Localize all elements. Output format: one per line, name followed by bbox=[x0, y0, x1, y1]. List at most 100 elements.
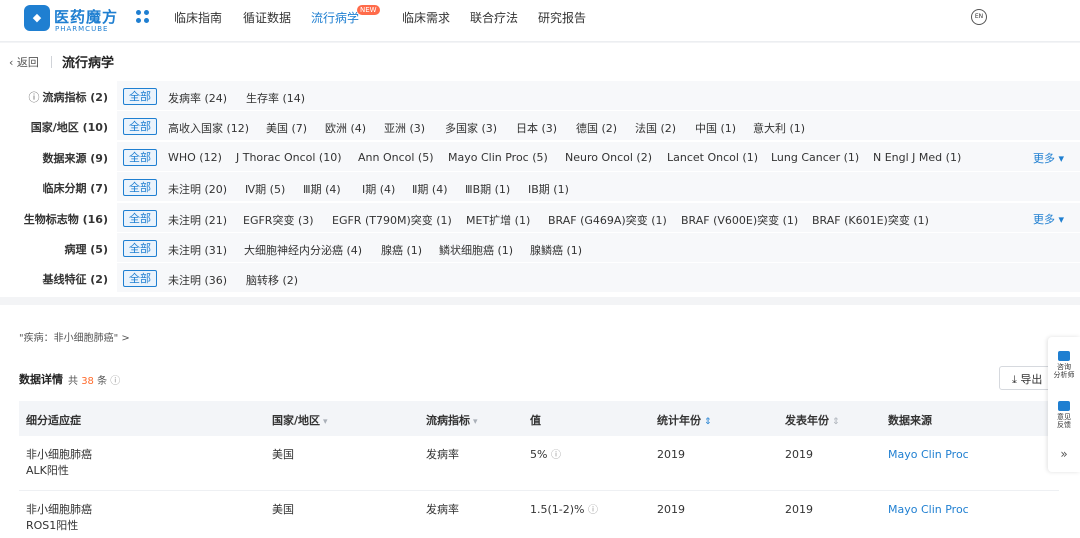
help-icon[interactable]: ⓘ bbox=[551, 450, 561, 461]
filter-option[interactable]: 亚洲 (3) bbox=[384, 120, 425, 136]
filter-option[interactable]: 未注明 (20) bbox=[168, 181, 227, 197]
filter-all-button[interactable]: 全部 bbox=[123, 270, 157, 287]
result-count: 共 38 条 ⓘ bbox=[68, 372, 120, 387]
help-icon[interactable]: ⓘ bbox=[28, 91, 39, 104]
top-nav-bar: ◆ 医药魔方 PHARMCUBE 临床指南 循证数据 流行病学 NEW 临床需求… bbox=[0, 0, 1080, 42]
more-label: 更多 bbox=[1032, 152, 1055, 165]
filter-option[interactable]: 生存率 (14) bbox=[246, 90, 305, 106]
filter-options: 全部 WHO (12) J Thorac Oncol (10) Ann Onco… bbox=[117, 142, 1080, 172]
pharmcube-logo[interactable]: ◆ 医药魔方 PHARMCUBE bbox=[24, 5, 117, 35]
filter-options: 全部 发病率 (24) 生存率 (14) bbox=[117, 81, 1080, 111]
back-button[interactable]: ‹ 返回 bbox=[9, 54, 39, 70]
more-button[interactable]: 更多 ▾ bbox=[1033, 211, 1064, 227]
cell-source-link[interactable]: Mayo Clin Proc bbox=[888, 447, 969, 463]
filter-option[interactable]: ⅢB期 (1) bbox=[465, 181, 510, 197]
filter-option[interactable]: 脑转移 (2) bbox=[246, 272, 298, 288]
filter-option[interactable]: 多国家 (3) bbox=[445, 120, 497, 136]
filter-option[interactable]: 腺癌 (1) bbox=[381, 242, 422, 258]
filter-option[interactable]: BRAF (K601E)突变 (1) bbox=[812, 212, 929, 228]
filter-option[interactable]: EGFR (T790M)突变 (1) bbox=[332, 212, 452, 228]
filter-icon[interactable]: ▾ bbox=[323, 417, 328, 427]
col-metric-label: 流病指标 bbox=[426, 414, 470, 427]
filter-option[interactable]: 德国 (2) bbox=[576, 120, 617, 136]
filter-option[interactable]: BRAF (V600E)突变 (1) bbox=[681, 212, 798, 228]
filter-option[interactable]: 发病率 (24) bbox=[168, 90, 227, 106]
filter-option[interactable]: Lancet Oncol (1) bbox=[667, 151, 758, 164]
collapse-chevron-icon[interactable]: » bbox=[1048, 447, 1080, 461]
filter-option[interactable]: Ⅰ期 (4) bbox=[362, 181, 395, 197]
nav-clinical-guidelines[interactable]: 临床指南 bbox=[174, 9, 222, 26]
cell-source-link[interactable]: Mayo Clin Proc bbox=[888, 502, 969, 518]
filter-option[interactable]: 高收入国家 (12) bbox=[168, 120, 249, 136]
filter-icon[interactable]: ▾ bbox=[473, 417, 478, 427]
filter-all-button[interactable]: 全部 bbox=[123, 240, 157, 257]
col-metric[interactable]: 流病指标 ▾ bbox=[426, 412, 478, 428]
filter-row-metric: ⓘ 流病指标 (2) 全部 发病率 (24) 生存率 (14) bbox=[0, 81, 1080, 111]
nav-clinical-needs[interactable]: 临床需求 bbox=[402, 9, 450, 26]
col-country[interactable]: 国家/地区 ▾ bbox=[272, 412, 328, 428]
col-source: 数据来源 bbox=[888, 414, 932, 427]
nav-epidemiology[interactable]: 流行病学 bbox=[311, 9, 359, 26]
filter-option[interactable]: 鳞状细胞癌 (1) bbox=[439, 242, 513, 258]
caret-down-icon: ▾ bbox=[1058, 213, 1064, 226]
detail-title: 数据详情 bbox=[19, 373, 63, 386]
help-icon[interactable]: ⓘ bbox=[588, 505, 598, 516]
side-float-panel: 咨询 分析师 意见 反馈 » bbox=[1048, 337, 1080, 472]
col-stat-year[interactable]: 统计年份 ⇕ bbox=[657, 412, 712, 428]
filter-option[interactable]: 未注明 (31) bbox=[168, 242, 227, 258]
language-switch-icon[interactable]: EN bbox=[971, 9, 987, 25]
filter-option[interactable]: WHO (12) bbox=[168, 151, 222, 164]
filter-option[interactable]: 腺鳞癌 (1) bbox=[530, 242, 582, 258]
cell-metric: 发病率 bbox=[426, 448, 459, 461]
filter-option[interactable]: Ⅲ期 (4) bbox=[303, 181, 341, 197]
filter-option[interactable]: 欧洲 (4) bbox=[325, 120, 366, 136]
cube-logo-icon: ◆ bbox=[24, 5, 50, 31]
filter-all-button[interactable]: 全部 bbox=[123, 88, 157, 105]
sort-icon[interactable]: ⇕ bbox=[704, 417, 712, 427]
filter-option[interactable]: 日本 (3) bbox=[516, 120, 557, 136]
help-icon[interactable]: ⓘ bbox=[110, 376, 120, 387]
filter-option[interactable]: Lung Cancer (1) bbox=[771, 151, 859, 164]
divider bbox=[51, 56, 52, 68]
filter-option[interactable]: Mayo Clin Proc (5) bbox=[448, 151, 548, 164]
nav-combination-therapy[interactable]: 联合疗法 bbox=[470, 9, 518, 26]
filter-option[interactable]: 未注明 (21) bbox=[168, 212, 227, 228]
filter-option[interactable]: N Engl J Med (1) bbox=[873, 151, 961, 164]
filter-option[interactable]: Ann Oncol (5) bbox=[358, 151, 434, 164]
value-text: 5% bbox=[530, 448, 548, 461]
more-button[interactable]: 更多 ▾ bbox=[1033, 150, 1064, 166]
filter-option[interactable]: Ⅱ期 (4) bbox=[412, 181, 448, 197]
consult-analyst-button[interactable]: 咨询 分析师 bbox=[1048, 351, 1080, 379]
filter-all-button[interactable]: 全部 bbox=[123, 179, 157, 196]
filter-option[interactable]: 意大利 (1) bbox=[753, 120, 805, 136]
filter-all-button[interactable]: 全部 bbox=[123, 210, 157, 227]
filter-option[interactable]: J Thorac Oncol (10) bbox=[236, 151, 342, 164]
sort-icon[interactable]: ⇕ bbox=[832, 417, 840, 427]
filter-option[interactable]: 未注明 (36) bbox=[168, 272, 227, 288]
col-pub-year-label: 发表年份 bbox=[785, 414, 829, 427]
filter-option[interactable]: BRAF (G469A)突变 (1) bbox=[548, 212, 667, 228]
filter-option[interactable]: 美国 (7) bbox=[266, 120, 307, 136]
feedback-button[interactable]: 意见 反馈 bbox=[1048, 401, 1080, 429]
filter-all-button[interactable]: 全部 bbox=[123, 118, 157, 135]
filter-option[interactable]: EGFR突变 (3) bbox=[243, 212, 314, 228]
filter-option[interactable]: 大细胞神经内分泌癌 (4) bbox=[244, 242, 362, 258]
apps-grid-icon[interactable] bbox=[136, 10, 150, 24]
disease-tag[interactable]: "疾病：非小细胞肺癌" > bbox=[19, 329, 130, 344]
filter-option[interactable]: Ⅳ期 (5) bbox=[245, 181, 285, 197]
nav-evidence-data[interactable]: 循证数据 bbox=[243, 9, 291, 26]
filter-all-button[interactable]: 全部 bbox=[123, 149, 157, 166]
count-suffix: 条 bbox=[97, 376, 108, 387]
cell-country: 美国 bbox=[272, 503, 294, 516]
feedback-label-2: 反馈 bbox=[1057, 421, 1071, 429]
filter-option[interactable]: MET扩增 (1) bbox=[466, 212, 530, 228]
cell-indication: 非小细胞肺癌 ALK阳性 bbox=[26, 447, 92, 479]
filter-option[interactable]: 法国 (2) bbox=[635, 120, 676, 136]
col-pub-year[interactable]: 发表年份 ⇕ bbox=[785, 412, 840, 428]
table-row: 非小细胞肺癌 ALK阳性 美国 发病率 5% ⓘ 2019 2019 Mayo C… bbox=[19, 436, 1059, 491]
filter-option[interactable]: 中国 (1) bbox=[695, 120, 736, 136]
nav-research-reports[interactable]: 研究报告 bbox=[538, 9, 586, 26]
filter-options: 全部 未注明 (21) EGFR突变 (3) EGFR (T790M)突变 (1… bbox=[117, 203, 1080, 233]
filter-option[interactable]: Neuro Oncol (2) bbox=[565, 151, 652, 164]
filter-option[interactable]: ⅠB期 (1) bbox=[528, 181, 569, 197]
